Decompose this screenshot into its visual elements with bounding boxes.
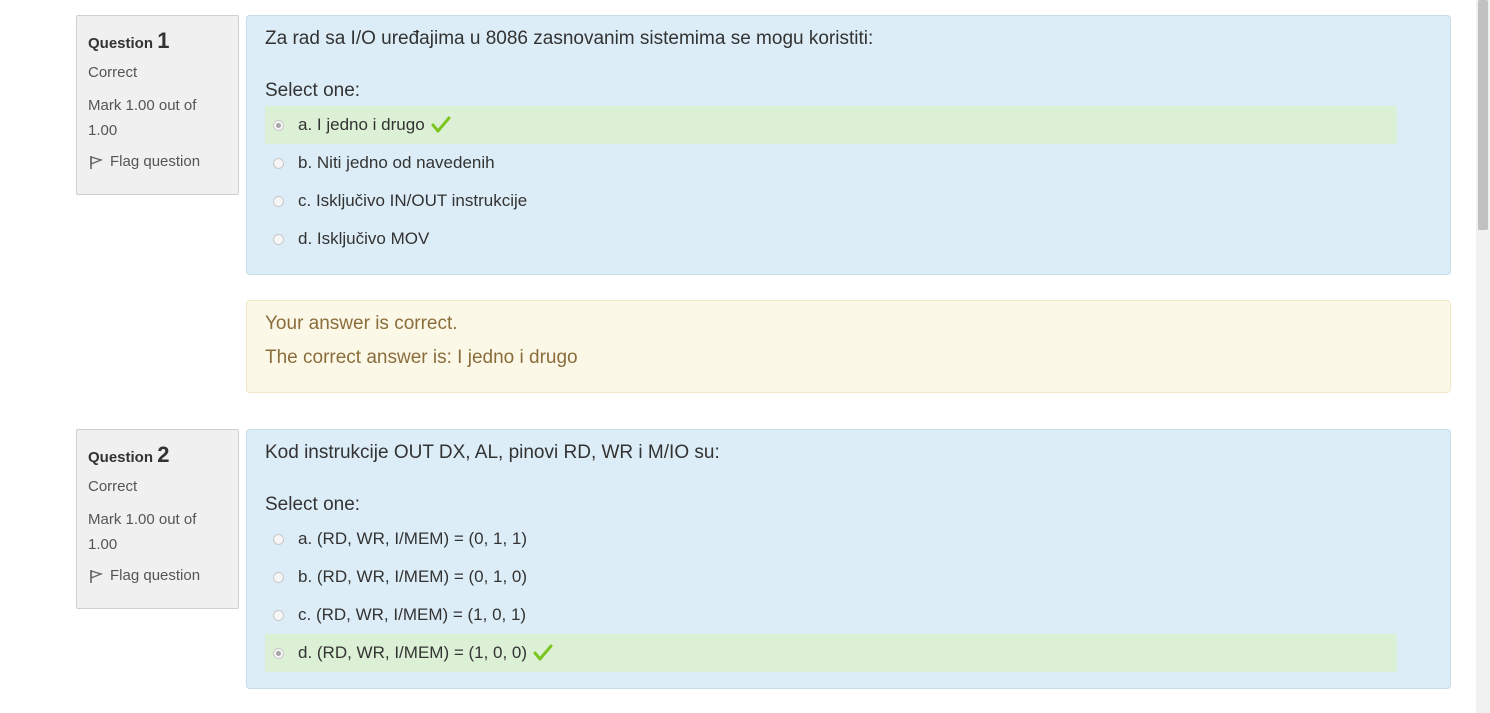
answer-option-d[interactable]: d. (RD, WR, I/MEM) = (1, 0, 0) — [265, 634, 1397, 672]
option-label: b. Niti jedno od navedenih — [298, 153, 495, 172]
question-number-value: 2 — [157, 442, 170, 467]
question-1-formulation: Za rad sa I/O uređajima u 8086 zasnovani… — [246, 15, 1451, 275]
radio-button[interactable] — [273, 647, 284, 659]
question-1-info: Question 1 Correct Mark 1.00 out of 1.00… — [76, 15, 239, 195]
flag-question-label: Flag question — [110, 153, 201, 170]
question-label: Question — [88, 35, 154, 52]
answer-option-c[interactable]: c. Isključivo IN/OUT instrukcije — [265, 182, 1397, 220]
flag-question-label: Flag question — [110, 567, 201, 584]
checkmark-icon — [533, 644, 553, 661]
radio-button[interactable] — [273, 533, 284, 545]
option-label: a. I jedno i drugo — [298, 115, 425, 134]
option-label: d. Isključivo MOV — [298, 229, 430, 248]
radio-button[interactable] — [273, 119, 284, 131]
answer-option-a[interactable]: a. (RD, WR, I/MEM) = (0, 1, 1) — [265, 520, 1397, 558]
option-label: d. (RD, WR, I/MEM) = (1, 0, 0) — [298, 643, 528, 662]
flag-icon — [90, 155, 104, 169]
radio-button[interactable] — [273, 157, 284, 169]
answer-options: a. I jedno i drugo b. Niti jedno od nave… — [265, 106, 1432, 258]
answer-option-b[interactable]: b. Niti jedno od navedenih — [265, 144, 1397, 182]
question-text: Kod instrukcije OUT DX, AL, pinovi RD, W… — [265, 442, 720, 463]
answer-option-c[interactable]: c. (RD, WR, I/MEM) = (1, 0, 1) — [265, 596, 1397, 634]
select-one-prompt: Select one: — [265, 494, 361, 515]
select-one-prompt: Select one: — [265, 80, 361, 101]
flag-icon — [90, 569, 104, 583]
option-label: c. Isključivo IN/OUT instrukcije — [298, 191, 528, 210]
question-grade: Mark 1.00 out of 1.00 — [88, 511, 197, 553]
radio-button[interactable] — [273, 571, 284, 583]
answer-option-d[interactable]: d. Isključivo MOV — [265, 220, 1397, 258]
feedback-result: Your answer is correct. — [265, 313, 458, 334]
option-label: b. (RD, WR, I/MEM) = (0, 1, 0) — [298, 567, 528, 586]
option-label: a. (RD, WR, I/MEM) = (0, 1, 1) — [298, 529, 528, 548]
feedback-right-answer: The correct answer is: I jedno i drugo — [265, 347, 578, 368]
flag-question-link[interactable]: Flag question — [88, 567, 228, 584]
question-number-value: 1 — [157, 28, 170, 53]
question-2-info: Question 2 Correct Mark 1.00 out of 1.00… — [76, 429, 239, 609]
radio-button[interactable] — [273, 609, 284, 621]
vertical-scrollbar[interactable] — [1476, 0, 1490, 713]
question-1-feedback: Your answer is correct. The correct answ… — [246, 300, 1451, 393]
question-2-formulation: Kod instrukcije OUT DX, AL, pinovi RD, W… — [246, 429, 1451, 689]
question-label: Question — [88, 449, 154, 466]
answer-options: a. (RD, WR, I/MEM) = (0, 1, 1) b. (RD, W… — [265, 520, 1432, 672]
question-state: Correct — [88, 64, 138, 81]
scrollbar-thumb[interactable] — [1478, 0, 1488, 230]
question-state: Correct — [88, 478, 138, 495]
flag-question-link[interactable]: Flag question — [88, 153, 228, 170]
answer-option-a[interactable]: a. I jedno i drugo — [265, 106, 1397, 144]
radio-button[interactable] — [273, 195, 284, 207]
question-text: Za rad sa I/O uređajima u 8086 zasnovani… — [265, 28, 874, 49]
question-number: Question 1 — [88, 28, 228, 54]
answer-option-b[interactable]: b. (RD, WR, I/MEM) = (0, 1, 0) — [265, 558, 1397, 596]
checkmark-icon — [431, 116, 451, 133]
question-grade: Mark 1.00 out of 1.00 — [88, 97, 197, 139]
question-number: Question 2 — [88, 442, 228, 468]
radio-button[interactable] — [273, 233, 284, 245]
option-label: c. (RD, WR, I/MEM) = (1, 0, 1) — [298, 605, 527, 624]
